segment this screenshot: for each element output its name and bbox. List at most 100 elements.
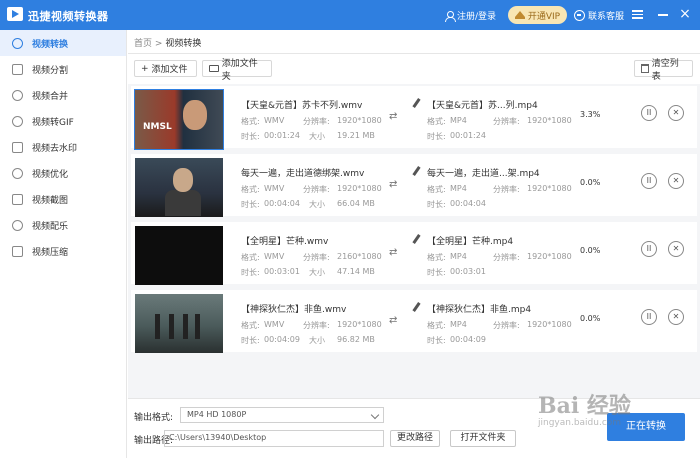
sidebar-item-video-optimize[interactable]: 视频优化 [0,160,126,186]
output-duration: 00:04:09 [450,335,486,344]
output-file-name[interactable]: 【全明星】芒种.mp4 [427,234,513,247]
gif-icon [12,115,23,127]
source-resolution-label: 分辨率: [303,117,330,126]
output-resolution: 1920*1080 [527,116,572,125]
convert-arrow-icon: ⇄ [389,247,398,258]
support-button[interactable]: 联系客服 [574,9,624,22]
sidebar-item-video-split[interactable]: 视频分割 [0,56,126,82]
pause-button[interactable]: II [641,241,657,257]
sidebar-item-video-screenshot[interactable]: 视频截图 [0,186,126,212]
file-row[interactable]: 【神探狄仁杰】非鱼.wmv 格式: WMV 分辨率: 1920*1080 时长:… [131,290,697,353]
support-icon [574,10,585,21]
add-folder-button[interactable]: 添加文件夹 [202,59,272,82]
output-format-label: 格式: [427,321,446,330]
output-duration-label: 时长: [427,268,446,277]
close-window-icon[interactable]: × [679,7,691,21]
pause-button[interactable]: II [641,105,657,121]
source-resolution: 1920*1080 [337,320,382,329]
progress-percent: 3.3% [580,110,601,119]
video-thumbnail[interactable]: NMSL [134,89,224,150]
file-row[interactable]: 【全明星】芒种.wmv 格式: WMV 分辨率: 2160*1080 时长: 0… [131,222,697,285]
progress-percent: 0.0% [580,246,601,255]
split-icon [12,63,23,75]
source-resolution: 2160*1080 [337,252,382,261]
user-icon [445,10,456,22]
source-file-name: 【全明星】芒种.wmv [241,237,329,247]
progress-percent: 0.0% [580,314,601,323]
source-size: 19.21 MB [337,131,375,140]
remove-button[interactable]: ✕ [668,241,684,257]
sidebar-item-video-watermark[interactable]: 视频去水印 [0,134,126,160]
convert-arrow-icon: ⇄ [389,179,398,190]
output-duration: 00:03:01 [450,267,486,276]
toolbar: + 添加文件 添加文件夹 清空列表 [128,54,700,84]
menu-icon[interactable] [632,8,644,20]
remove-button[interactable]: ✕ [668,309,684,325]
app-logo-icon [7,7,23,21]
output-resolution: 1920*1080 [527,184,572,193]
file-row[interactable]: 每天一遍，走出道德绑架.wmv 格式: WMV 分辨率: 1920*1080 时… [131,154,697,217]
source-duration: 00:04:09 [264,335,300,344]
output-format-label: 输出格式: [134,413,174,423]
output-format: MP4 [450,252,467,261]
add-folder-label: 添加文件夹 [221,58,258,82]
source-format: WMV [264,116,285,125]
source-duration: 00:01:24 [264,131,300,140]
output-format-label: 格式: [427,185,446,194]
pencil-icon[interactable] [412,302,421,312]
music-icon [12,219,23,231]
video-thumbnail[interactable] [135,158,223,217]
clear-list-button[interactable]: 清空列表 [634,59,693,82]
output-file-name[interactable]: 每天一遍，走出道...架.mp4 [427,166,540,179]
output-duration-label: 时长: [427,336,446,345]
output-path-field[interactable]: C:\Users\13940\Desktop [164,430,384,447]
breadcrumb: 首页 > 视频转换 [128,30,700,54]
sidebar-item-label: 视频分割 [32,65,69,76]
minimize-icon[interactable] [657,8,669,20]
output-format: MP4 [450,116,467,125]
sidebar-item-video-convert[interactable]: 视频转换 [0,30,126,56]
output-resolution-label: 分辨率: [493,253,520,262]
output-duration: 00:04:04 [450,199,486,208]
source-file-name: 【天皇&元首】苏卡不列.wmv [241,101,363,111]
sidebar-item-label: 视频转换 [32,39,69,50]
source-size-label: 大小 [309,268,325,277]
add-file-button[interactable]: + 添加文件 [134,60,197,77]
video-thumbnail[interactable] [135,294,223,353]
file-row[interactable]: NMSL 【天皇&元首】苏卡不列.wmv 格式: WMV 分辨率: 1920*1… [131,86,697,150]
output-format-select[interactable]: MP4 HD 1080P [180,407,384,423]
thumbnail-label: NMSL [143,122,172,132]
baidu-watermark: Bai 经验 [538,393,631,419]
breadcrumb-home[interactable]: 首页 [134,39,152,49]
output-file-name[interactable]: 【天皇&元首】苏...列.mp4 [427,98,538,111]
sidebar-item-video-music[interactable]: 视频配乐 [0,212,126,238]
vip-button[interactable]: 开通VIP [508,6,567,24]
progress-percent: 0.0% [580,178,601,187]
merge-icon [12,89,23,101]
login-button[interactable]: 注册/登录 [445,9,496,22]
sidebar: 视频转换 视频分割 视频合并 视频转GIF 视频去水印 视频优化 视频截图 视频… [0,30,127,458]
video-thumbnail[interactable] [135,226,223,285]
sidebar-item-video-merge[interactable]: 视频合并 [0,82,126,108]
source-duration: 00:03:01 [264,267,300,276]
sidebar-item-video-compress[interactable]: 视频压缩 [0,238,126,264]
breadcrumb-separator: > [154,39,163,49]
source-size: 66.04 MB [337,199,375,208]
open-folder-button[interactable]: 打开文件夹 [450,430,516,447]
remove-button[interactable]: ✕ [668,173,684,189]
pause-button[interactable]: II [641,173,657,189]
source-size-label: 大小 [309,200,325,209]
pause-button[interactable]: II [641,309,657,325]
change-path-button[interactable]: 更改路径 [390,430,440,447]
output-file-name[interactable]: 【神探狄仁杰】非鱼.mp4 [427,302,531,315]
pencil-icon[interactable] [412,166,421,176]
source-size-label: 大小 [309,336,325,345]
source-format-label: 格式: [241,321,260,330]
source-size-label: 大小 [309,132,325,141]
sidebar-item-label: 视频截图 [32,195,69,206]
source-format: WMV [264,184,285,193]
pencil-icon[interactable] [412,234,421,244]
pencil-icon[interactable] [412,98,421,108]
remove-button[interactable]: ✕ [668,105,684,121]
sidebar-item-video-gif[interactable]: 视频转GIF [0,108,126,134]
